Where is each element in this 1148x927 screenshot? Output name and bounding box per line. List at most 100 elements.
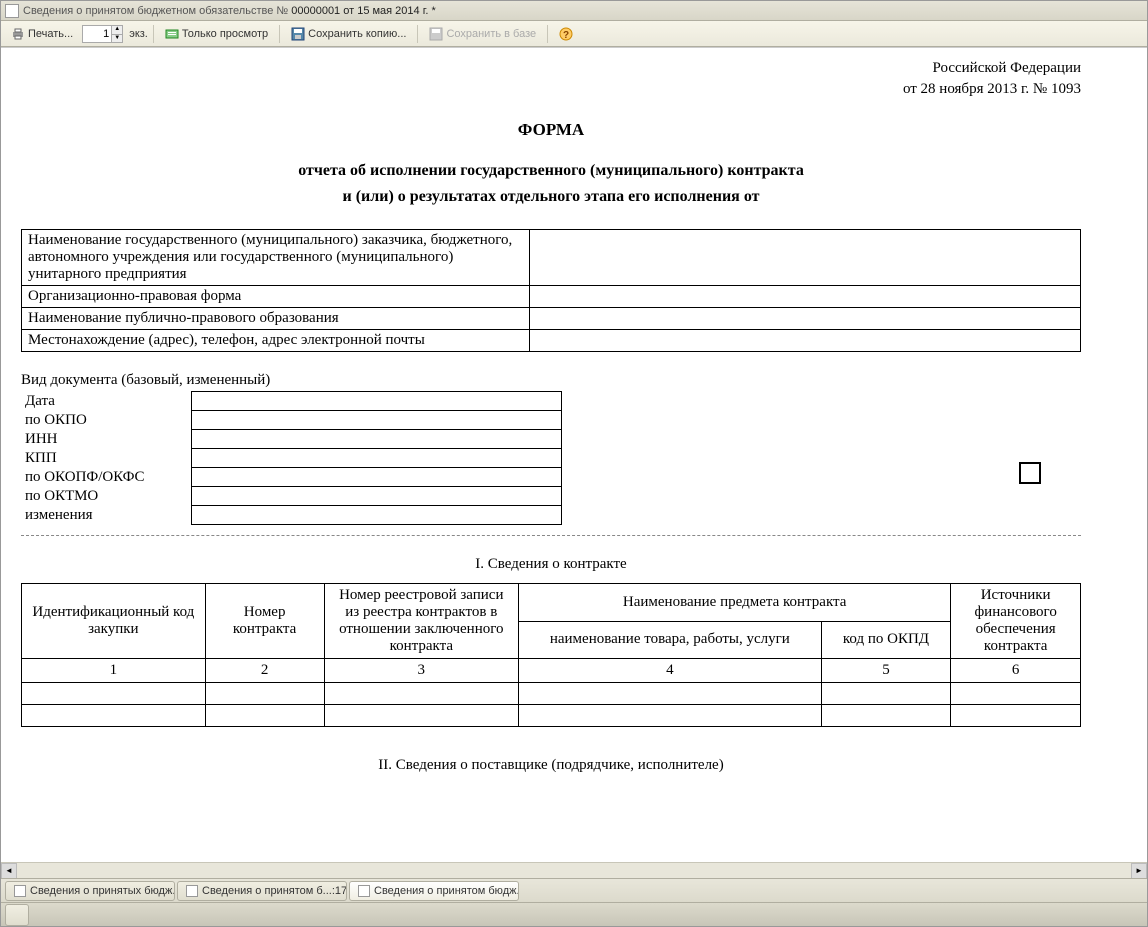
document-body: Российской Федерации от 28 ноября 2013 г… bbox=[1, 48, 1101, 814]
save-copy-label: Сохранить копию... bbox=[308, 28, 406, 40]
footer-button[interactable] bbox=[5, 904, 29, 926]
document-icon bbox=[186, 885, 198, 897]
status-footer bbox=[1, 902, 1147, 926]
printer-icon bbox=[11, 27, 25, 41]
header-line2: от 28 ноября 2013 г. № 1093 bbox=[21, 79, 1081, 100]
titlebar: Сведения о принятом бюджетном обязательс… bbox=[1, 1, 1147, 21]
section1-title: I. Сведения о контракте bbox=[21, 556, 1081, 573]
tab-item-active[interactable]: Сведения о принятом бюдж... bbox=[349, 881, 519, 901]
code-label: КПП bbox=[21, 449, 191, 468]
subtitle-line2: и (или) о результатах отдельного этапа е… bbox=[21, 184, 1081, 210]
code-value[interactable] bbox=[191, 468, 561, 487]
code-label: по ОКПО bbox=[21, 411, 191, 430]
doc-header-right: Российской Федерации от 28 ноября 2013 г… bbox=[21, 58, 1081, 100]
table-row[interactable] bbox=[22, 683, 1081, 705]
form-row-label: Наименование государственного (муниципал… bbox=[22, 230, 530, 286]
th-col3: Номер реестровой записи из реестра контр… bbox=[324, 584, 519, 659]
document-icon bbox=[358, 885, 370, 897]
th-col5: Источники финансового обеспечения контра… bbox=[951, 584, 1081, 659]
code-label: по ОКОПФ/ОКФС bbox=[21, 468, 191, 487]
th-col4-top: Наименование предмета контракта bbox=[519, 584, 951, 622]
scroll-left-icon[interactable]: ◄ bbox=[1, 863, 17, 879]
view-only-label: Только просмотр bbox=[182, 28, 268, 40]
separator bbox=[417, 25, 418, 43]
spin-up[interactable]: ▲ bbox=[111, 25, 123, 34]
app-window: Сведения о принятом бюджетном обязательс… bbox=[0, 0, 1148, 927]
code-value[interactable] bbox=[191, 449, 561, 468]
horizontal-scrollbar[interactable]: ◄ ► bbox=[1, 862, 1147, 878]
section2-title: II. Сведения о поставщике (подрядчике, и… bbox=[21, 757, 1081, 774]
code-value[interactable] bbox=[191, 487, 561, 506]
code-value[interactable] bbox=[191, 506, 561, 525]
subtitle-line1: отчета об исполнении государственного (м… bbox=[21, 158, 1081, 184]
th-col1: Идентификационный код закупки bbox=[22, 584, 206, 659]
spin-down[interactable]: ▼ bbox=[111, 34, 123, 43]
copies-spinner[interactable]: ▲ ▼ bbox=[82, 24, 123, 44]
table-row[interactable] bbox=[22, 705, 1081, 727]
customer-info-table: Наименование государственного (муниципал… bbox=[21, 229, 1081, 352]
code-value[interactable] bbox=[191, 430, 561, 449]
save-db-label: Сохранить в базе bbox=[446, 28, 536, 40]
dashed-separator bbox=[21, 535, 1081, 536]
colnum: 4 bbox=[519, 659, 822, 683]
copies-input[interactable] bbox=[82, 25, 112, 43]
contract-info-table: Идентификационный код закупки Номер конт… bbox=[21, 583, 1081, 727]
doc-type-label: Вид документа (базовый, измененный) bbox=[21, 372, 1081, 389]
form-row-value[interactable] bbox=[530, 286, 1081, 308]
code-value[interactable] bbox=[191, 411, 561, 430]
scroll-right-icon[interactable]: ► bbox=[1131, 863, 1147, 879]
th-col2: Номер контракта bbox=[205, 584, 324, 659]
view-only-icon bbox=[165, 27, 179, 41]
code-label: ИНН bbox=[21, 430, 191, 449]
doc-title: ФОРМА bbox=[21, 120, 1081, 140]
tab-item[interactable]: Сведения о принятом б...:17 bbox=[177, 881, 347, 901]
form-row-label: Организационно-правовая форма bbox=[22, 286, 530, 308]
svg-text:?: ? bbox=[563, 30, 569, 41]
bottom-tabs: Сведения о принятых бюдж... Сведения о п… bbox=[1, 878, 1147, 902]
colnum: 2 bbox=[205, 659, 324, 683]
code-value[interactable] bbox=[191, 392, 561, 411]
checkbox-marker[interactable] bbox=[1019, 462, 1041, 484]
form-row-value[interactable] bbox=[530, 308, 1081, 330]
form-row-label: Местонахождение (адрес), телефон, адрес … bbox=[22, 330, 530, 352]
th-col4a: наименование товара, работы, услуги bbox=[519, 621, 822, 659]
tab-label: Сведения о принятых бюдж... bbox=[30, 885, 175, 897]
copies-unit: экз. bbox=[129, 28, 148, 40]
form-row-label: Наименование публично-правового образова… bbox=[22, 308, 530, 330]
colnum: 5 bbox=[821, 659, 951, 683]
code-label: по ОКТМО bbox=[21, 487, 191, 506]
code-label: изменения bbox=[21, 506, 191, 525]
header-line1: Российской Федерации bbox=[21, 58, 1081, 79]
form-row-value[interactable] bbox=[530, 330, 1081, 352]
help-button[interactable]: ? bbox=[553, 24, 579, 44]
titlebar-docnum: 00000001 от 15 мая 2014 г. * bbox=[291, 5, 436, 17]
save-copy-button[interactable]: Сохранить копию... bbox=[285, 24, 412, 44]
separator bbox=[153, 25, 154, 43]
toolbar: Печать... ▲ ▼ экз. Только просмотр Сохра… bbox=[1, 21, 1147, 47]
tab-label: Сведения о принятом б...:17 bbox=[202, 885, 347, 897]
scroll-track[interactable] bbox=[17, 863, 1131, 878]
document-area[interactable]: Российской Федерации от 28 ноября 2013 г… bbox=[1, 47, 1147, 862]
floppy-db-icon bbox=[429, 27, 443, 41]
help-icon: ? bbox=[559, 27, 573, 41]
code-label: Дата bbox=[21, 392, 191, 411]
print-button[interactable]: Печать... bbox=[5, 24, 79, 44]
colnum: 6 bbox=[951, 659, 1081, 683]
save-db-button[interactable]: Сохранить в базе bbox=[423, 24, 542, 44]
print-label: Печать... bbox=[28, 28, 73, 40]
colnum: 3 bbox=[324, 659, 519, 683]
document-icon bbox=[14, 885, 26, 897]
doc-subtitle: отчета об исполнении государственного (м… bbox=[21, 158, 1081, 209]
tab-label: Сведения о принятом бюдж... bbox=[374, 885, 519, 897]
th-col4b: код по ОКПД bbox=[821, 621, 951, 659]
tab-item[interactable]: Сведения о принятых бюдж... bbox=[5, 881, 175, 901]
view-only-button[interactable]: Только просмотр bbox=[159, 24, 274, 44]
document-icon bbox=[5, 4, 19, 18]
codes-table: Дата по ОКПО ИНН КПП по ОКОПФ/ОКФС по ОК… bbox=[21, 391, 562, 525]
floppy-icon bbox=[291, 27, 305, 41]
form-row-value[interactable] bbox=[530, 230, 1081, 286]
colnum: 1 bbox=[22, 659, 206, 683]
separator bbox=[547, 25, 548, 43]
titlebar-prefix: Сведения о принятом бюджетном обязательс… bbox=[23, 5, 288, 17]
separator bbox=[279, 25, 280, 43]
